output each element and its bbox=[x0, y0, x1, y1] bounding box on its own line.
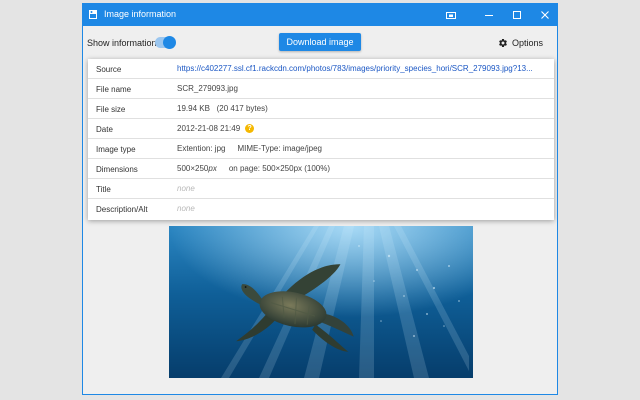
file-size-kb: 19.94 KB bbox=[177, 104, 210, 113]
restore-icon bbox=[446, 12, 456, 19]
source-label: Source bbox=[96, 65, 122, 74]
dimensions-on-page: on page: 500×250px (100%) bbox=[228, 164, 331, 173]
show-information-toggle[interactable] bbox=[155, 36, 176, 49]
title-bar[interactable]: Image information bbox=[83, 4, 557, 26]
row-description: Description/Alt none bbox=[88, 199, 554, 219]
dimensions-value: 500×250px on page: 500×250px (100%) bbox=[177, 164, 330, 173]
close-icon bbox=[541, 11, 549, 19]
close-button[interactable] bbox=[531, 4, 557, 26]
help-icon[interactable]: ? bbox=[245, 124, 255, 134]
row-source: Source https://c402277.ssl.cf1.rackcdn.c… bbox=[88, 59, 554, 79]
image-type-label: Image type bbox=[96, 145, 136, 154]
description-value: none bbox=[177, 204, 195, 213]
row-title: Title none bbox=[88, 179, 554, 199]
image-preview bbox=[169, 226, 473, 378]
window-title: Image information bbox=[104, 9, 177, 19]
show-information-label: Show information bbox=[87, 38, 157, 48]
row-file-size: File size 19.94 KB (20 417 bytes) bbox=[88, 99, 554, 119]
date-value-wrap: 2012-21-08 21:49? bbox=[177, 124, 255, 134]
row-date: Date 2012-21-08 21:49? bbox=[88, 119, 554, 139]
info-panel: Source https://c402277.ssl.cf1.rackcdn.c… bbox=[88, 59, 554, 220]
row-file-name: File name SCR_279093.jpg bbox=[88, 79, 554, 99]
image-information-window: Image information Show information Downl… bbox=[82, 3, 558, 395]
maximize-icon bbox=[513, 11, 521, 19]
source-link[interactable]: https://c402277.ssl.cf1.rackcdn.com/phot… bbox=[177, 64, 533, 73]
title-value: none bbox=[177, 184, 195, 193]
restore-button[interactable] bbox=[437, 4, 465, 26]
dimensions-unit: px bbox=[208, 164, 217, 173]
download-image-button[interactable]: Download image bbox=[279, 33, 361, 51]
sea-turtle-image bbox=[169, 226, 473, 378]
date-label: Date bbox=[96, 125, 113, 134]
dimensions-label: Dimensions bbox=[96, 165, 138, 174]
app-icon bbox=[89, 10, 97, 19]
description-label: Description/Alt bbox=[96, 205, 148, 214]
image-type-mime: MIME-Type: image/jpeg bbox=[237, 144, 322, 153]
dimensions-height: 250 bbox=[195, 164, 209, 173]
image-type-extension: Extention: jpg bbox=[177, 144, 226, 153]
file-name-label: File name bbox=[96, 85, 132, 94]
file-size-bytes: (20 417 bytes) bbox=[216, 104, 268, 113]
title-label: Title bbox=[96, 185, 111, 194]
minimize-button[interactable] bbox=[475, 4, 503, 26]
maximize-button[interactable] bbox=[503, 4, 531, 26]
options-label: Options bbox=[511, 38, 543, 48]
toolbar: Show information Download image Options bbox=[83, 26, 557, 60]
dimensions-width: 500 bbox=[177, 164, 191, 173]
minimize-icon bbox=[485, 15, 493, 16]
file-name-value: SCR_279093.jpg bbox=[177, 84, 238, 93]
image-type-value: Extention: jpg MIME-Type: image/jpeg bbox=[177, 144, 322, 153]
file-size-value: 19.94 KB (20 417 bytes) bbox=[177, 104, 268, 113]
row-dimensions: Dimensions 500×250px on page: 500×250px (… bbox=[88, 159, 554, 179]
gear-icon bbox=[499, 39, 507, 47]
date-value: 2012-21-08 21:49 bbox=[177, 124, 241, 133]
file-size-label: File size bbox=[96, 105, 126, 114]
options-button[interactable]: Options bbox=[498, 38, 543, 48]
toggle-knob bbox=[163, 36, 176, 49]
row-image-type: Image type Extention: jpg MIME-Type: imag… bbox=[88, 139, 554, 159]
